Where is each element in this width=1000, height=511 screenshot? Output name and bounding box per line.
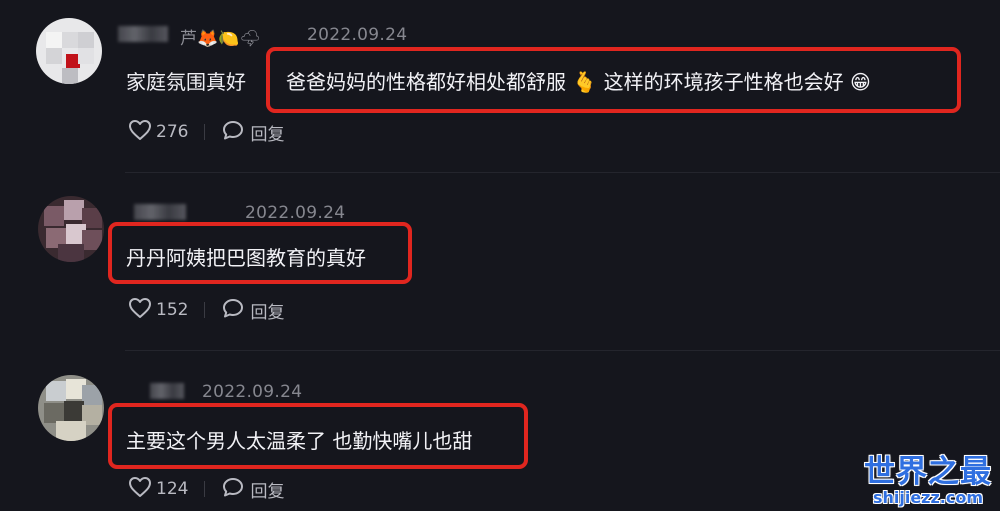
reply-button[interactable]: 回复 xyxy=(221,476,284,503)
user-avatar[interactable] xyxy=(36,18,102,84)
comment-actions: 276 回复 xyxy=(128,119,284,146)
reply-bubble-icon xyxy=(221,119,245,146)
user-avatar[interactable] xyxy=(38,375,104,441)
like-button[interactable]: 152 xyxy=(128,297,188,324)
comment-actions: 124 回复 xyxy=(128,476,284,503)
heart-icon xyxy=(128,297,152,324)
comment-text-highlighted: 丹丹阿姨把巴图教育的真好 xyxy=(126,246,366,270)
action-separator xyxy=(204,302,206,318)
username-redacted[interactable] xyxy=(118,26,168,42)
comment-text-highlighted: 爸爸妈妈的性格都好相处都舒服 🫰 这样的环境孩子性格也会好 😁 xyxy=(286,70,871,94)
user-avatar[interactable] xyxy=(38,196,104,262)
comment-item-1: 芦🦊🍋🌩 2022.09.24 家庭氛围真好 爸爸妈妈的性格都好相处都舒服 🫰 … xyxy=(0,0,1000,170)
watermark-url: shijiezz.com xyxy=(872,488,984,507)
comment-text-highlighted: 主要这个男人太温柔了 也勤快嘴儿也甜 xyxy=(126,429,473,453)
reply-button[interactable]: 回复 xyxy=(221,297,284,324)
comment-actions: 152 回复 xyxy=(128,297,284,324)
site-watermark: 世界之最 shijiezz.com xyxy=(864,455,992,507)
username-redacted[interactable] xyxy=(134,204,186,220)
action-separator xyxy=(204,481,206,497)
reply-label: 回复 xyxy=(250,481,285,502)
watermark-title: 世界之最 xyxy=(864,454,992,490)
action-separator xyxy=(204,124,206,140)
heart-icon xyxy=(128,119,152,146)
like-count: 124 xyxy=(156,479,189,499)
like-button[interactable]: 124 xyxy=(128,476,188,503)
comment-date: 2022.09.24 xyxy=(202,382,303,402)
username-suffix[interactable]: 芦🦊🍋🌩 xyxy=(180,24,261,49)
comment-divider xyxy=(125,350,1000,351)
comment-date: 2022.09.24 xyxy=(245,203,346,223)
reply-bubble-icon xyxy=(221,297,245,324)
comment-date: 2022.09.24 xyxy=(307,25,408,45)
reply-label: 回复 xyxy=(250,302,285,323)
like-count: 152 xyxy=(156,300,189,320)
reply-button[interactable]: 回复 xyxy=(221,119,284,146)
reply-bubble-icon xyxy=(221,476,245,503)
username-redacted[interactable] xyxy=(150,383,184,399)
comment-text-prefix: 家庭氛围真好 xyxy=(126,70,246,94)
like-button[interactable]: 276 xyxy=(128,119,188,146)
comment-divider xyxy=(125,172,1000,173)
comment-item-2: 2022.09.24 丹丹阿姨把巴图教育的真好 152 回复 xyxy=(0,190,1000,350)
heart-icon xyxy=(128,476,152,503)
comment-item-3: 2022.09.24 主要这个男人太温柔了 也勤快嘴儿也甜 124 回复 xyxy=(0,365,1000,511)
like-count: 276 xyxy=(156,122,189,142)
reply-label: 回复 xyxy=(250,124,285,145)
